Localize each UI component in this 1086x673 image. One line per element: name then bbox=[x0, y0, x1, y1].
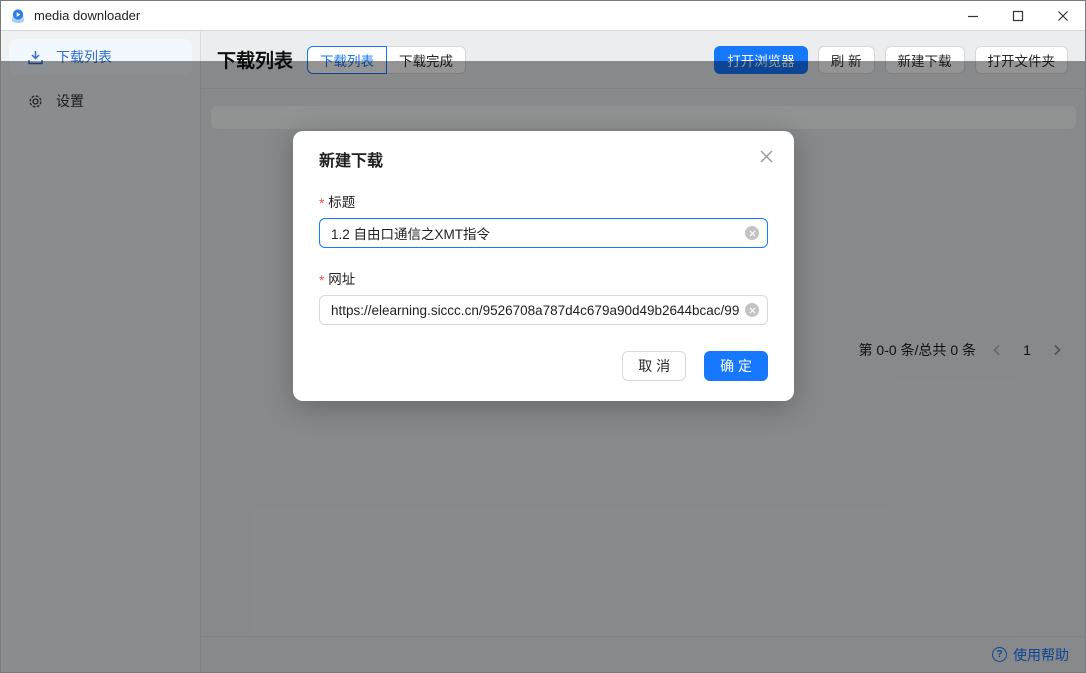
new-download-modal: 新建下载 * 标题 * 网址 取 消 确 定 bbox=[293, 131, 794, 401]
required-mark: * bbox=[319, 196, 324, 211]
required-mark: * bbox=[319, 273, 324, 288]
minimize-button[interactable] bbox=[950, 1, 995, 30]
url-field-label: 网址 bbox=[328, 268, 355, 288]
clear-url-icon[interactable] bbox=[745, 303, 759, 317]
confirm-button[interactable]: 确 定 bbox=[704, 351, 768, 381]
modal-footer: 取 消 确 定 bbox=[319, 351, 768, 381]
maximize-button[interactable] bbox=[995, 1, 1040, 30]
url-field-label-row: * 网址 bbox=[319, 268, 768, 288]
modal-header: 新建下载 bbox=[319, 147, 768, 171]
url-input[interactable] bbox=[319, 295, 768, 325]
cancel-button[interactable]: 取 消 bbox=[622, 351, 686, 381]
titlebar: media downloader bbox=[1, 1, 1085, 31]
modal-title: 新建下载 bbox=[319, 147, 383, 171]
close-window-button[interactable] bbox=[1040, 1, 1085, 30]
close-modal-icon[interactable] bbox=[759, 149, 774, 167]
clear-title-icon[interactable] bbox=[745, 226, 759, 240]
title-input-wrap bbox=[319, 218, 768, 248]
app-logo-icon bbox=[10, 8, 26, 24]
url-input-wrap bbox=[319, 295, 768, 325]
app-title: media downloader bbox=[34, 8, 140, 23]
title-field-label: 标题 bbox=[328, 191, 355, 211]
title-field-label-row: * 标题 bbox=[319, 191, 768, 211]
window-controls bbox=[950, 1, 1085, 30]
title-input[interactable] bbox=[319, 218, 768, 248]
app-window: media downloader 下载列表 bbox=[0, 0, 1086, 673]
